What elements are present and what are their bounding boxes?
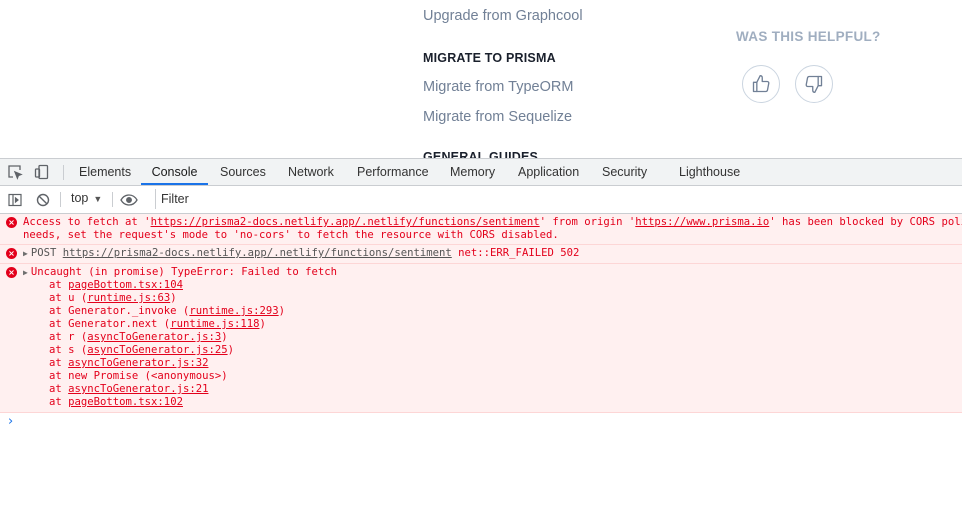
stack-frame-link[interactable]: runtime.js:63 — [87, 292, 170, 304]
stack-frame: at Generator._invoke (runtime.js:293) — [23, 305, 337, 318]
msg-text: Access to fetch at ' — [23, 216, 151, 228]
expand-triangle-icon[interactable]: ▶ — [23, 249, 28, 258]
console-error-cors: × Access to fetch at 'https://prisma2-do… — [0, 214, 962, 245]
stack-frame-text: at Generator._invoke ( — [49, 305, 190, 317]
show-sidebar-icon[interactable] — [6, 191, 24, 209]
tab-performance[interactable]: Performance — [357, 159, 429, 185]
stack-frame-link[interactable]: asyncToGenerator.js:21 — [68, 383, 208, 395]
context-select[interactable]: top ▼ — [71, 191, 102, 205]
error-icon: × — [6, 248, 17, 259]
inspect-element-icon[interactable] — [6, 163, 24, 181]
message-text: ▶ Uncaught (in promise) TypeError: Failed… — [23, 266, 337, 409]
console-error-uncaught[interactable]: × ▶ Uncaught (in promise) TypeError: Fail… — [0, 264, 962, 413]
chevron-down-icon: ▼ — [93, 194, 103, 204]
nav-link-migrate-typeorm[interactable]: Migrate from TypeORM — [423, 79, 573, 95]
tab-security[interactable]: Security — [602, 159, 647, 185]
message-text: ▶ POST https://prisma2-docs.netlify.app/.… — [23, 247, 579, 260]
msg-text: ' has been blocked by CORS policy — [769, 216, 962, 228]
stack-frame-text: at Generator.next ( — [49, 318, 171, 330]
stack-frame-link[interactable]: asyncToGenerator.js:32 — [68, 357, 208, 369]
stack-frame: at new Promise (<anonymous>) — [23, 370, 337, 383]
stack-frame: at pageBottom.tsx:102 — [23, 396, 337, 409]
clear-console-icon[interactable] — [34, 191, 52, 209]
stack-frame-text: ) — [227, 344, 234, 356]
stack-frame-link[interactable]: runtime.js:293 — [189, 305, 278, 317]
devtools-tab-bar: Elements Console Sources Network Perform… — [0, 159, 962, 186]
stack-frame: at asyncToGenerator.js:32 — [23, 357, 337, 370]
stack-frame-link[interactable]: pageBottom.tsx:104 — [68, 279, 183, 291]
stack-frame: at r (asyncToGenerator.js:3) — [23, 331, 337, 344]
console-error-post[interactable]: × ▶ POST https://prisma2-docs.netlify.app… — [0, 245, 962, 264]
was-this-helpful-label: WAS THIS HELPFUL? — [736, 29, 881, 44]
console-prompt-icon[interactable]: › — [8, 414, 13, 429]
stack-frame-link[interactable]: asyncToGenerator.js:3 — [87, 331, 221, 343]
tab-lighthouse[interactable]: Lighthouse — [679, 159, 740, 185]
error-icon: × — [6, 217, 17, 228]
stack-frame: at Generator.next (runtime.js:118) — [23, 318, 337, 331]
thumbs-up-button[interactable] — [742, 65, 780, 103]
stack-frame-text: at — [49, 357, 69, 369]
tab-console[interactable]: Console — [141, 159, 208, 185]
tab-separator — [63, 165, 64, 180]
url-link[interactable]: https://www.prisma.io — [635, 216, 769, 228]
stack-frame-text: at u ( — [49, 292, 88, 304]
devtools-panel: Elements Console Sources Network Perform… — [0, 158, 962, 516]
filter-input[interactable] — [155, 189, 541, 209]
thumbs-up-icon — [751, 74, 771, 94]
stack-frame-text: ) — [259, 318, 266, 330]
thumbs-down-icon — [804, 74, 824, 94]
tab-memory[interactable]: Memory — [450, 159, 495, 185]
toolbar-separator — [60, 192, 61, 207]
url-link[interactable]: https://prisma2-docs.netlify.app/.netlif… — [63, 247, 452, 259]
stack-frame: at pageBottom.tsx:104 — [23, 279, 337, 292]
stack-frame-text: at — [49, 396, 69, 408]
stack-frame-text: at — [49, 279, 69, 291]
stack-frame-text: ) — [221, 331, 228, 343]
stack-frame: at asyncToGenerator.js:21 — [23, 383, 337, 396]
stack-frame-text: at r ( — [49, 331, 88, 343]
tab-application[interactable]: Application — [518, 159, 579, 185]
expand-triangle-icon[interactable]: ▶ — [23, 268, 28, 277]
thumbs-down-button[interactable] — [795, 65, 833, 103]
stack-frame-link[interactable]: asyncToGenerator.js:25 — [87, 344, 227, 356]
message-text: Access to fetch at 'https://prisma2-docs… — [23, 216, 962, 242]
nav-heading-general-guides: GENERAL GUIDES — [423, 150, 539, 158]
website-content: Upgrade from Graphcool MIGRATE TO PRISMA… — [0, 0, 962, 158]
error-icon: × — [6, 267, 17, 278]
stack-frame-text: ) — [278, 305, 286, 317]
toolbar-separator — [112, 192, 113, 207]
url-link[interactable]: https://prisma2-docs.netlify.app/.netlif… — [151, 216, 540, 228]
error-title: Uncaught (in promise) TypeError: Failed … — [30, 266, 337, 278]
stack-trace: at pageBottom.tsx:104 at u (runtime.js:63… — [23, 279, 337, 409]
stack-frame-text: at — [49, 383, 69, 395]
tab-elements[interactable]: Elements — [79, 159, 131, 185]
nav-heading-migrate-to-prisma: MIGRATE TO PRISMA — [423, 51, 556, 65]
msg-text: needs, set the request's mode to 'no-cor… — [23, 229, 559, 241]
request-method: POST — [30, 247, 63, 259]
tab-network[interactable]: Network — [288, 159, 334, 185]
stack-frame-text: ) — [170, 292, 177, 304]
nav-link-migrate-sequelize[interactable]: Migrate from Sequelize — [423, 109, 572, 125]
context-select-value: top — [71, 191, 89, 205]
live-expression-eye-icon[interactable] — [120, 191, 138, 209]
stack-frame-link[interactable]: runtime.js:118 — [170, 318, 259, 330]
stack-frame: at u (runtime.js:63) — [23, 292, 337, 305]
stack-frame-text: at s ( — [49, 344, 88, 356]
msg-text: ' from origin ' — [539, 216, 636, 228]
status-text: net::ERR_FAILED 502 — [451, 247, 580, 259]
stack-frame: at s (asyncToGenerator.js:25) — [23, 344, 337, 357]
nav-link-upgrade-graphcool[interactable]: Upgrade from Graphcool — [423, 8, 583, 24]
device-toolbar-icon[interactable] — [33, 163, 51, 181]
tab-sources[interactable]: Sources — [220, 159, 266, 185]
stack-frame-link[interactable]: pageBottom.tsx:102 — [68, 396, 183, 408]
console-toolbar: top ▼ — [0, 186, 962, 214]
console-messages: × Access to fetch at 'https://prisma2-do… — [0, 214, 962, 413]
stack-frame-text: at new Promise (<anonymous>) — [49, 370, 228, 382]
